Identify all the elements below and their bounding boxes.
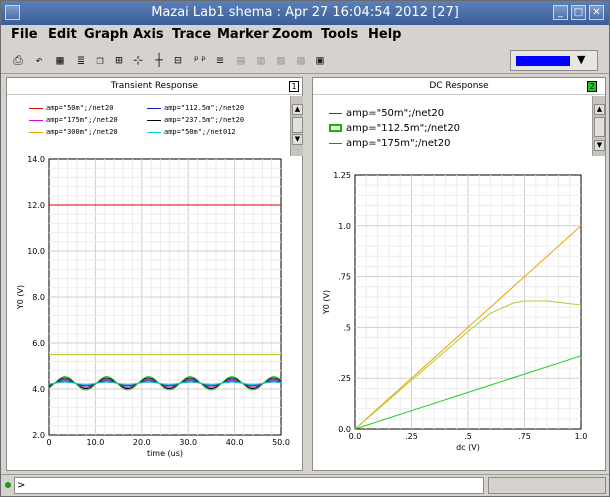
y-tick-label: 14.0 <box>27 155 45 164</box>
strip-icon[interactable]: ≣ <box>73 52 89 68</box>
x-tick-label: 20.0 <box>133 438 151 447</box>
menu-graph[interactable]: Graph <box>84 27 128 42</box>
window-icon[interactable]: ❐ <box>92 52 108 68</box>
y-tick-label: 12.0 <box>27 201 45 210</box>
marker-icon[interactable]: ⊹ <box>130 52 146 68</box>
y-tick-label: .5 <box>343 323 351 332</box>
x-tick-label: 50.0 <box>272 438 290 447</box>
menu-zoom[interactable]: Zoom <box>272 27 313 42</box>
menu-file[interactable]: File <box>11 27 38 42</box>
toolbar: ⎙ ↶ ▦ ≣ ❐ ⊞ ⊹ ┼ ⊟ ᵖᵖ ≡ ▤ ▥ ▧ ▨ ▣ ▼ <box>1 46 609 74</box>
transient-response-panel[interactable]: Transient Response 1 amp="50m";/net20 amp… <box>6 77 303 471</box>
dc-response-panel[interactable]: DC Response 2 amp="50m";/net20 amp="112.5… <box>312 77 606 471</box>
x-axis-label: dc (V) <box>456 443 480 452</box>
menu-axis[interactable]: Axis <box>133 27 164 42</box>
menu-help[interactable]: Help <box>368 27 401 42</box>
menu-tools[interactable]: Tools <box>321 27 358 42</box>
y-tick-label: 1.25 <box>333 171 351 180</box>
disabled-grid-icon: ▤ <box>237 53 245 67</box>
text-marker-icon[interactable]: ┼ <box>151 52 167 68</box>
x-tick-label: 1.0 <box>575 432 588 441</box>
minimize-button[interactable]: _ <box>553 5 568 20</box>
trace-color-dropdown[interactable]: ▼ <box>510 50 598 71</box>
trace-color-swatch <box>516 56 570 66</box>
menu-bar: File Edit Graph Axis Trace Marker Zoom T… <box>1 25 609 46</box>
list-icon[interactable]: ≡ <box>212 52 228 68</box>
disabled-edit-icon: ▨ <box>297 53 305 67</box>
table-icon[interactable]: ⊟ <box>170 52 186 68</box>
y-axis-label: Y0 (V) <box>16 285 25 310</box>
calculator-icon[interactable]: ▣ <box>312 52 328 68</box>
y-tick-label: 2.0 <box>32 431 45 440</box>
printer-icon[interactable]: ⎙ <box>10 52 26 68</box>
menu-marker[interactable]: Marker <box>217 27 269 42</box>
zoom-icon[interactable]: ᵖᵖ <box>192 52 208 68</box>
y-tick-label: 4.0 <box>32 385 45 394</box>
disabled-chart-icon: ▧ <box>277 53 285 67</box>
window-title: Mazai Lab1 shema : Apr 27 16:04:54 2012 … <box>151 5 459 20</box>
title-bar[interactable]: Mazai Lab1 shema : Apr 27 16:04:54 2012 … <box>1 1 609 25</box>
status-field <box>488 477 606 494</box>
x-tick-label: 10.0 <box>86 438 104 447</box>
x-tick-label: 0 <box>46 438 51 447</box>
x-tick-label: 40.0 <box>226 438 244 447</box>
y-tick-label: 1.0 <box>338 222 351 231</box>
crosshair-icon[interactable]: ⊞ <box>111 52 127 68</box>
status-indicator-icon <box>5 482 11 488</box>
y-tick-label: 8.0 <box>32 293 45 302</box>
y-tick-label: 6.0 <box>32 339 45 348</box>
chevron-down-icon: ▼ <box>577 53 586 66</box>
x-tick-label: 30.0 <box>179 438 197 447</box>
x-axis-label: time (us) <box>147 449 183 458</box>
x-tick-label: .25 <box>405 432 418 441</box>
disabled-table-icon: ▥ <box>257 53 265 67</box>
y-tick-label: 0.0 <box>338 425 351 434</box>
maximize-button[interactable]: □ <box>571 5 586 20</box>
undo-icon[interactable]: ↶ <box>31 52 47 68</box>
menu-trace[interactable]: Trace <box>172 27 211 42</box>
y-tick-label: .25 <box>338 374 351 383</box>
transient-chart[interactable]: 0 10.0 20.0 30.0 40.0 50.0 2.0 4.0 6.0 8.0 10.0 12.… <box>7 78 304 472</box>
app-window: Mazai Lab1 shema : Apr 27 16:04:54 2012 … <box>0 0 610 497</box>
close-button[interactable]: ✕ <box>589 5 604 20</box>
x-tick-label: .5 <box>464 432 472 441</box>
y-tick-label: .75 <box>338 273 351 282</box>
y-axis-label: Y0 (V) <box>322 290 331 315</box>
y-tick-label: 10.0 <box>27 247 45 256</box>
command-input[interactable]: > <box>14 477 484 494</box>
menu-edit[interactable]: Edit <box>48 27 77 42</box>
dc-chart[interactable]: 0.0.25.5.75 1.00.0.25.5.751.01.25dc (V)Y0… <box>313 78 607 472</box>
grid-icon[interactable]: ▦ <box>52 52 68 68</box>
x-tick-label: .75 <box>518 432 531 441</box>
status-bar: > <box>1 474 609 496</box>
